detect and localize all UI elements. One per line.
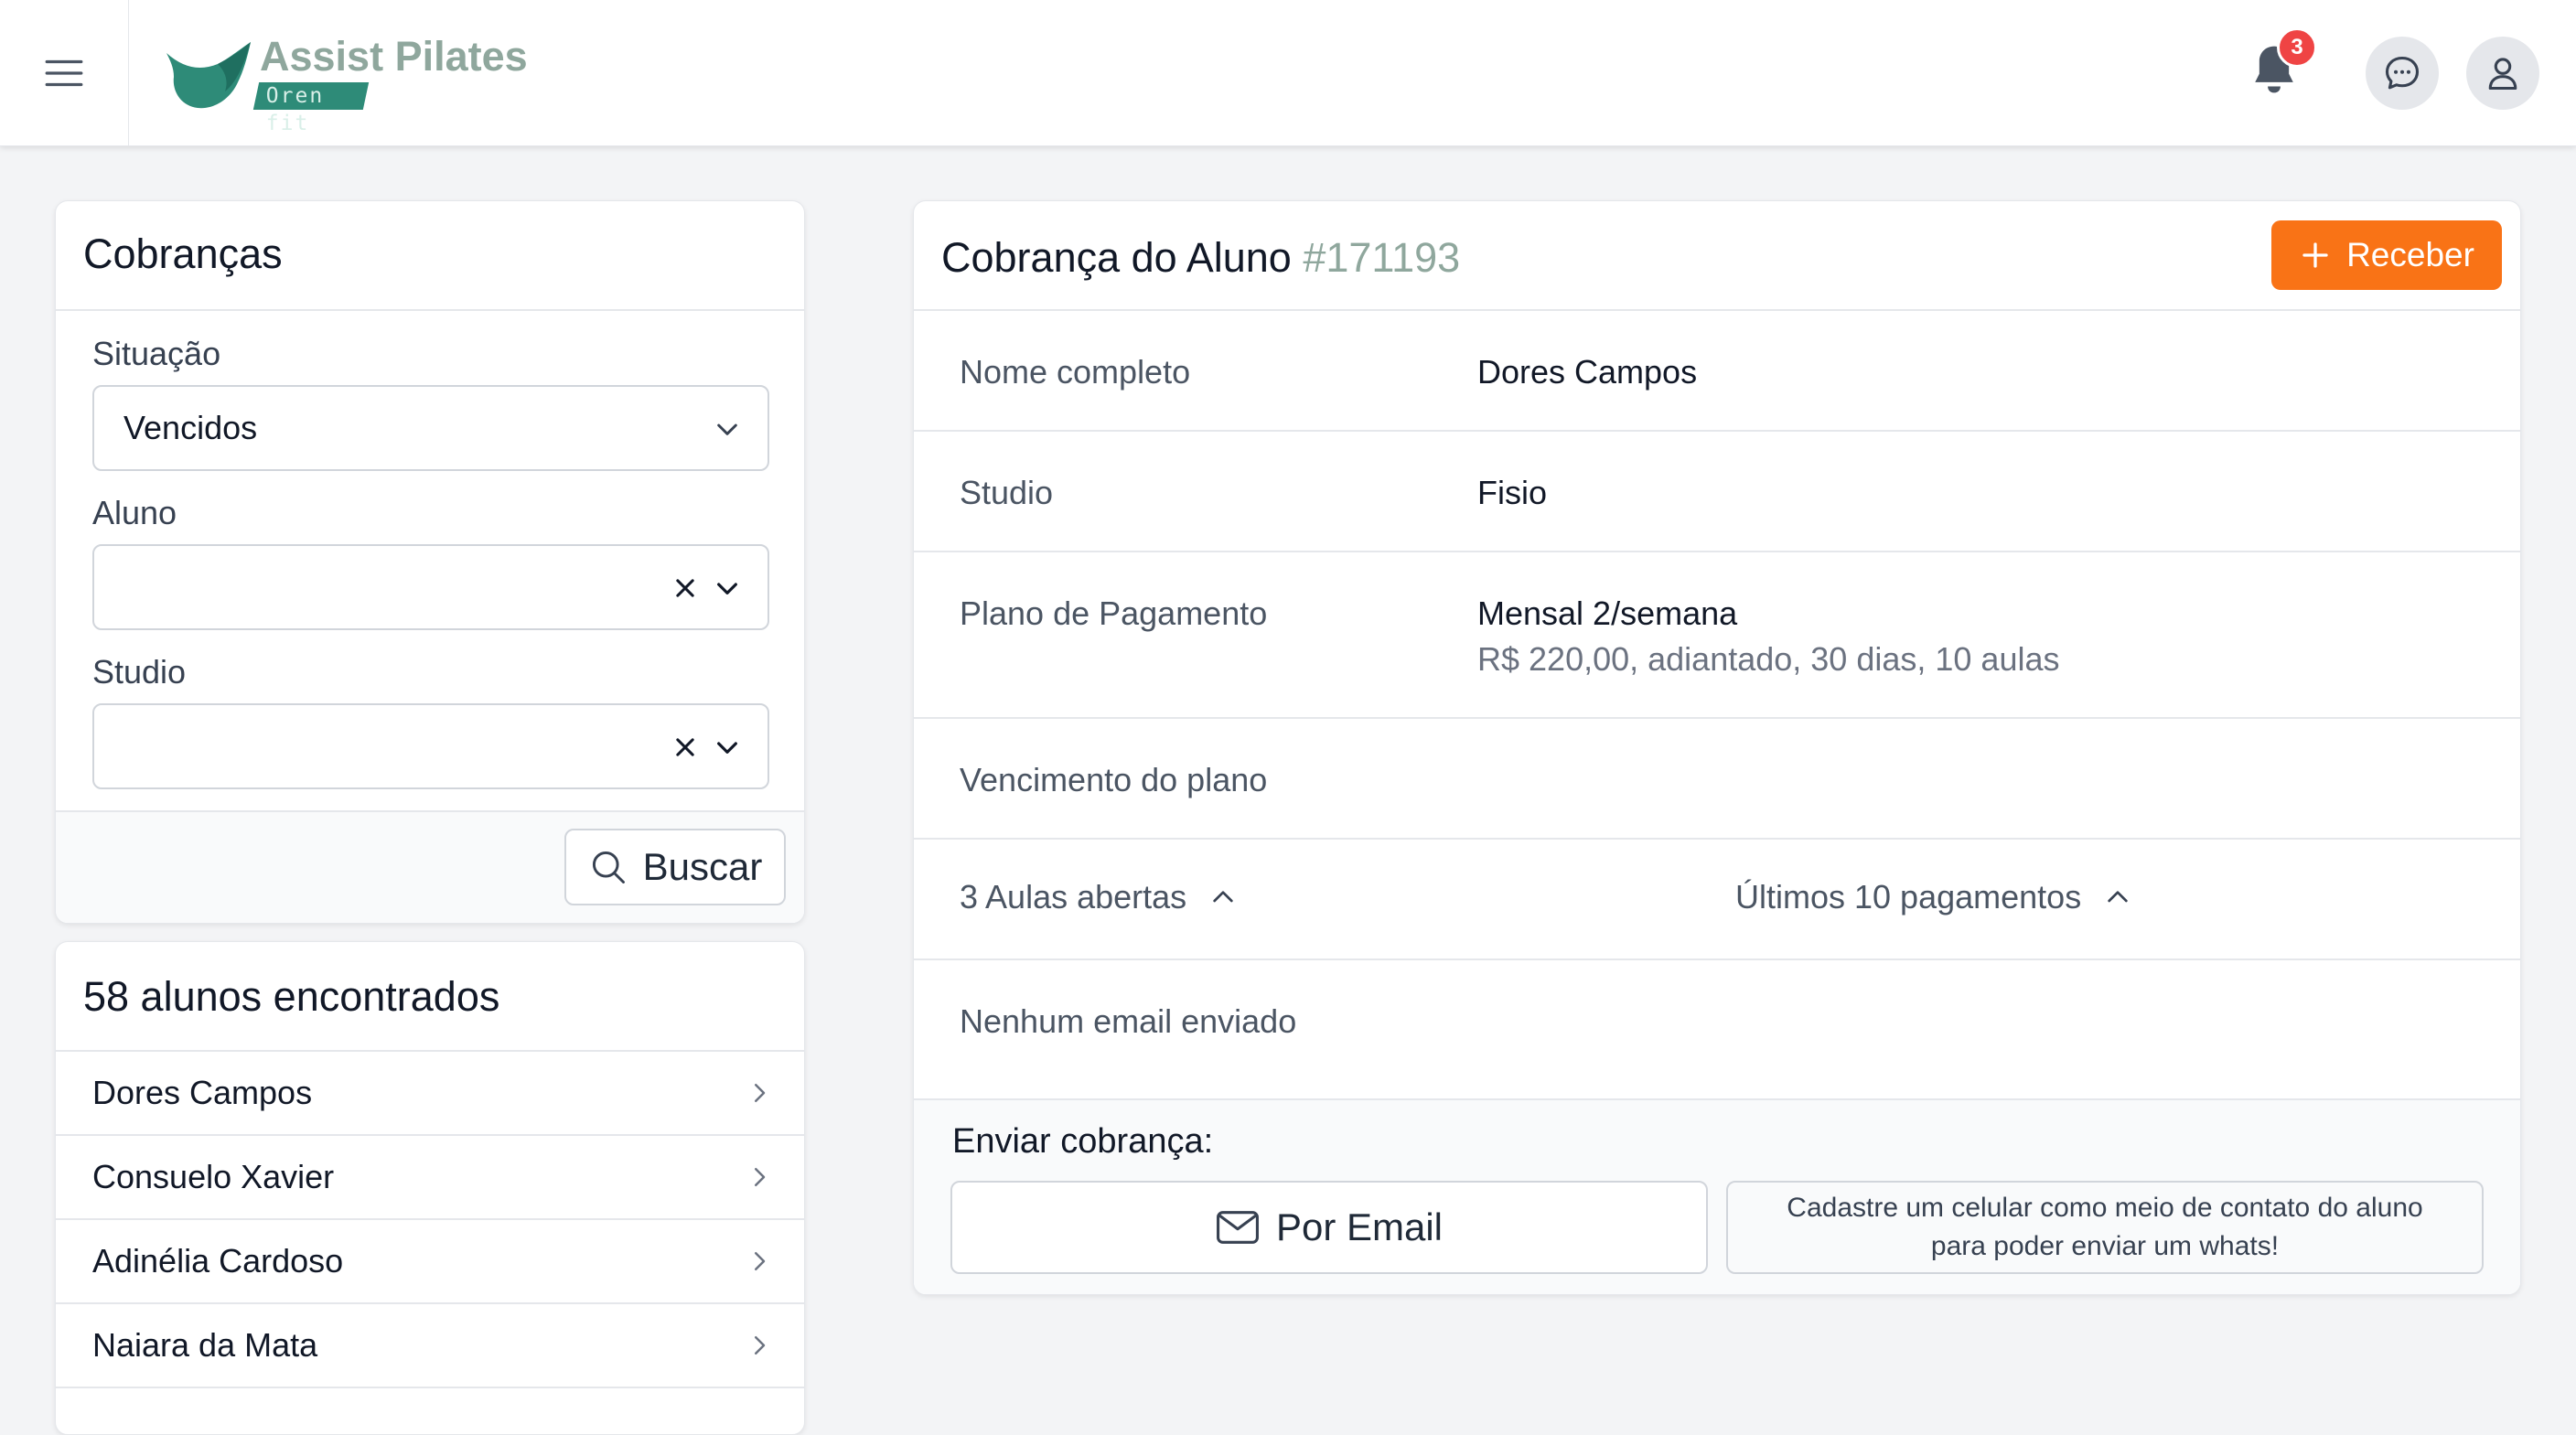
situacao-label: Situação bbox=[92, 335, 221, 372]
chevron-up-icon bbox=[2108, 891, 2128, 903]
results-card: 58 alunos encontrados Dores Campos Consu… bbox=[55, 941, 805, 1435]
studio-detail-value: Fisio bbox=[1477, 474, 1548, 511]
app-subtitle: Oren fit bbox=[265, 84, 325, 135]
divider bbox=[914, 717, 2520, 719]
hamburger-icon bbox=[45, 59, 83, 87]
email-status: Nenhum email enviado bbox=[960, 1002, 1297, 1040]
divider bbox=[914, 309, 2520, 311]
full-name-value: Dores Campos bbox=[1477, 353, 1698, 391]
divider bbox=[914, 958, 2520, 960]
send-by-email-button[interactable]: Por Email bbox=[950, 1181, 1708, 1274]
aluno-select[interactable] bbox=[92, 544, 769, 630]
student-name: Dores Campos bbox=[92, 1074, 313, 1111]
clear-x-icon[interactable] bbox=[672, 734, 698, 760]
student-name: Naiara da Mata bbox=[92, 1326, 318, 1364]
situacao-select[interactable]: Vencidos bbox=[92, 385, 769, 471]
list-item[interactable]: Consuelo Xavier bbox=[56, 1134, 804, 1218]
divider bbox=[914, 1098, 2520, 1100]
studio-select[interactable] bbox=[92, 703, 769, 789]
search-icon bbox=[592, 851, 625, 883]
chevron-down-icon bbox=[717, 742, 737, 754]
results-count-title: 58 alunos encontrados bbox=[83, 973, 500, 1020]
payment-plan-label: Plano de Pagamento bbox=[960, 594, 1268, 632]
charge-id: #171193 bbox=[1303, 234, 1461, 281]
chat-bubble-icon bbox=[2385, 56, 2420, 90]
bird-logo-icon bbox=[166, 42, 251, 109]
search-button[interactable]: Buscar bbox=[564, 829, 786, 905]
send-charge-title: Enviar cobrança: bbox=[952, 1122, 1214, 1161]
user-icon bbox=[2488, 58, 2517, 91]
studio-label: Studio bbox=[92, 653, 187, 691]
last-payments-label: Últimos 10 pagamentos bbox=[1735, 878, 2082, 916]
notification-count-badge: 3 bbox=[2277, 27, 2317, 68]
divider bbox=[914, 838, 2520, 840]
full-name-label: Nome completo bbox=[960, 353, 1191, 391]
open-classes-label: 3 Aulas abertas bbox=[960, 878, 1187, 916]
chevron-down-icon bbox=[717, 583, 737, 594]
receive-button[interactable]: Receber bbox=[2271, 220, 2502, 290]
payment-plan-value: Mensal 2/semana bbox=[1477, 594, 1738, 632]
student-name: Adinélia Cardoso bbox=[92, 1242, 344, 1280]
charge-detail-card: Cobrança do Aluno #171193 Receber Nome c… bbox=[913, 200, 2521, 1295]
plan-due-label: Vencimento do plano bbox=[960, 761, 1268, 798]
divider bbox=[914, 551, 2520, 552]
filter-card: Cobranças Situação Vencidos Aluno Studio bbox=[55, 200, 805, 924]
receive-button-label: Receber bbox=[2346, 236, 2474, 273]
charge-title-text: Cobrança do Aluno bbox=[941, 234, 1292, 281]
studio-detail-label: Studio bbox=[960, 474, 1054, 511]
chevron-right-icon bbox=[755, 1084, 766, 1102]
filter-footer: Buscar bbox=[56, 810, 804, 923]
plus-icon bbox=[2302, 242, 2328, 268]
aluno-label: Aluno bbox=[92, 494, 177, 531]
payment-plan-details: R$ 220,00, adiantado, 30 dias, 10 aulas bbox=[1477, 640, 2060, 678]
filter-card-title: Cobranças bbox=[83, 230, 283, 277]
search-button-label: Buscar bbox=[642, 845, 763, 888]
chevron-up-icon bbox=[1213, 891, 1233, 903]
divider bbox=[56, 810, 804, 812]
charge-title: Cobrança do Aluno #171193 bbox=[941, 234, 1460, 282]
send-by-email-label: Por Email bbox=[1275, 1205, 1444, 1248]
app-logo[interactable]: Assist Pilates Oren fit bbox=[165, 33, 528, 135]
send-charge-section: Enviar cobrança: Por Email Cadastre um c… bbox=[914, 1098, 2520, 1294]
list-item[interactable]: Naiara da Mata bbox=[56, 1302, 804, 1387]
clear-x-icon[interactable] bbox=[672, 575, 698, 601]
student-name: Consuelo Xavier bbox=[92, 1158, 335, 1195]
list-item[interactable] bbox=[56, 1387, 804, 1434]
list-item[interactable]: Adinélia Cardoso bbox=[56, 1218, 804, 1302]
app-subtitle-banner: Oren fit bbox=[252, 82, 370, 135]
chevron-right-icon bbox=[755, 1252, 766, 1270]
user-profile-button[interactable] bbox=[2466, 37, 2539, 110]
divider bbox=[56, 309, 804, 311]
menu-button[interactable] bbox=[0, 0, 129, 146]
open-classes-toggle[interactable]: 3 Aulas abertas bbox=[960, 878, 1238, 916]
messages-button[interactable] bbox=[2366, 37, 2439, 110]
chevron-right-icon bbox=[755, 1336, 766, 1355]
whatsapp-unavailable-notice: Cadastre um celular como meio de contato… bbox=[1726, 1181, 2484, 1274]
chevron-down-icon bbox=[717, 423, 737, 435]
list-item[interactable]: Dores Campos bbox=[56, 1050, 804, 1134]
app-title: Assist Pilates bbox=[260, 33, 528, 80]
whatsapp-notice-text: Cadastre um celular como meio de contato… bbox=[1787, 1193, 2423, 1261]
envelope-icon bbox=[1216, 1211, 1259, 1244]
chevron-right-icon bbox=[755, 1168, 766, 1186]
divider bbox=[914, 430, 2520, 432]
situacao-selected-value: Vencidos bbox=[123, 409, 258, 446]
top-bar: Assist Pilates Oren fit 3 bbox=[0, 0, 2576, 146]
last-payments-toggle[interactable]: Últimos 10 pagamentos bbox=[1735, 878, 2132, 916]
